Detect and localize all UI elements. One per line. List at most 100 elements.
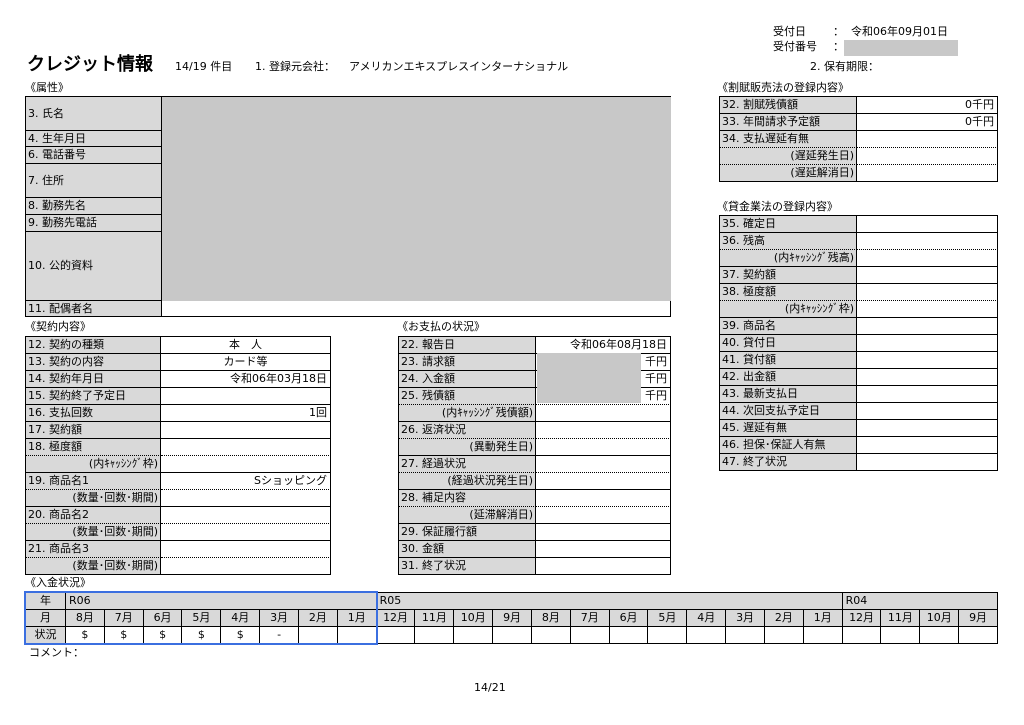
money-lending-law-row: 46. 担保･保証人有無 bbox=[720, 437, 998, 454]
payment-state-value bbox=[536, 456, 671, 473]
money-lending-law-value bbox=[857, 216, 998, 233]
status-cell bbox=[298, 627, 338, 644]
registrant-name: アメリカンエキスプレスインターナショナル bbox=[349, 60, 569, 73]
payment-state-value bbox=[536, 490, 671, 507]
contract-value: 令和06年03月18日 bbox=[161, 371, 331, 388]
status-cell: - bbox=[260, 627, 299, 644]
payment-state-label: 29. 保証履行額 bbox=[399, 524, 536, 541]
contract-label: 19. 商品名1 bbox=[26, 473, 161, 490]
money-lending-law-value bbox=[857, 284, 998, 301]
attributes-redacted-area bbox=[162, 97, 671, 301]
payment-state-label: (内ｷｬｯｼﾝｸﾞ残債額) bbox=[399, 405, 536, 422]
money-lending-law-row: 38. 極度額 bbox=[720, 284, 998, 301]
installment-law-value bbox=[857, 148, 998, 165]
money-lending-law-row: 45. 遅延有無 bbox=[720, 420, 998, 437]
contract-value bbox=[161, 439, 331, 456]
contract-row: (内ｷｬｯｼﾝｸﾞ枠) bbox=[26, 456, 331, 473]
payment-state-row: (異動発生日) bbox=[399, 439, 671, 456]
money-lending-law-label: 47. 終了状況 bbox=[720, 454, 857, 471]
money-lending-law-label: 40. 貸付日 bbox=[720, 335, 857, 352]
contract-row: (数量･回数･期間) bbox=[26, 524, 331, 541]
contract-label: 14. 契約年月日 bbox=[26, 371, 161, 388]
year-cell: R05 bbox=[376, 593, 843, 610]
attributes-label: 8. 勤務先名 bbox=[26, 198, 162, 215]
status-cell bbox=[959, 627, 998, 644]
attributes-label: 3. 氏名 bbox=[26, 97, 162, 131]
payment-state-label: 26. 返済状況 bbox=[399, 422, 536, 439]
payment-state-label: (異動発生日) bbox=[399, 439, 536, 456]
payment-state-row: (経過状況発生日) bbox=[399, 473, 671, 490]
installment-law-label: (遅延解消日) bbox=[720, 165, 857, 182]
payment-state-value bbox=[536, 422, 671, 439]
money-lending-law-value bbox=[857, 420, 998, 437]
month-cell: 12月 bbox=[842, 610, 882, 627]
payment-state-row: (延滞解消日) bbox=[399, 507, 671, 524]
record-position: 14/19 件目 bbox=[175, 60, 233, 73]
contract-row: (数量･回数･期間) bbox=[26, 558, 331, 575]
installment-law-label: 34. 支払遅延有無 bbox=[720, 131, 857, 148]
payment-state-label: 27. 経過状況 bbox=[399, 456, 536, 473]
attributes-label: 11. 配偶者名 bbox=[26, 301, 162, 317]
payment-state-label: 31. 終了状況 bbox=[399, 558, 536, 575]
money-lending-law-row: 36. 残高 bbox=[720, 233, 998, 250]
attributes-label: 6. 電話番号 bbox=[26, 147, 162, 164]
status-cell bbox=[337, 627, 377, 644]
contract-value bbox=[161, 541, 331, 558]
status-cell bbox=[376, 627, 416, 644]
section-title-attributes: 《属性》 bbox=[25, 81, 69, 94]
contract-label: (数量･回数･期間) bbox=[26, 524, 161, 541]
payment-state-value bbox=[536, 405, 671, 422]
receipt-number-redacted bbox=[844, 40, 958, 56]
payment-state-label: 30. 金額 bbox=[399, 541, 536, 558]
payment-amounts-redacted-area bbox=[537, 353, 641, 403]
installment-law-value bbox=[857, 165, 998, 182]
money-lending-law-value bbox=[857, 301, 998, 318]
payment-state-label: (経過状況発生日) bbox=[399, 473, 536, 490]
contract-value bbox=[161, 388, 331, 405]
contract-label: 15. 契約終了予定日 bbox=[26, 388, 161, 405]
payment-state-row: 29. 保証履行額 bbox=[399, 524, 671, 541]
installment-law-row: (遅延解消日) bbox=[720, 165, 998, 182]
contract-row: 15. 契約終了予定日 bbox=[26, 388, 331, 405]
money-lending-law-row: 40. 貸付日 bbox=[720, 335, 998, 352]
status-cell: $ bbox=[104, 627, 144, 644]
payment-status-grid: 年 R06 R05 R04 月 8月 7月 6月 5月 4月 3月 2月 1月 12月 11月 10月 9月 8月… bbox=[25, 592, 998, 644]
section-title-payment-state: 《お支払の状況》 bbox=[397, 320, 485, 333]
money-lending-law-value bbox=[857, 369, 998, 386]
month-cell: 11月 bbox=[415, 610, 455, 627]
retention-label: 2. 保有期限： bbox=[810, 60, 879, 73]
status-cell bbox=[648, 627, 688, 644]
receipt-date-separator: ： bbox=[833, 25, 844, 38]
month-cell: 8月 bbox=[531, 610, 571, 627]
contract-value: Sショッピング bbox=[161, 473, 331, 490]
year-cell: R06 bbox=[66, 593, 377, 610]
receipt-date-value: 令和06年09月01日 bbox=[851, 25, 948, 38]
installment-law-label: 33. 年間請求予定額 bbox=[720, 114, 857, 131]
status-cell bbox=[764, 627, 804, 644]
attributes-label: 10. 公的資料 bbox=[26, 232, 162, 301]
money-lending-law-label: 46. 担保･保証人有無 bbox=[720, 437, 857, 454]
money-lending-law-row: 41. 貸付額 bbox=[720, 352, 998, 369]
payment-state-value bbox=[536, 558, 671, 575]
installment-law-label: (遅延発生日) bbox=[720, 148, 857, 165]
section-title-contract: 《契約内容》 bbox=[25, 320, 91, 333]
status-cell bbox=[842, 627, 882, 644]
money-lending-law-value bbox=[857, 386, 998, 403]
payment-state-value bbox=[536, 439, 671, 456]
payment-state-value: 令和06年08月18日 bbox=[536, 337, 671, 354]
money-lending-law-label: 35. 確定日 bbox=[720, 216, 857, 233]
payment-state-value bbox=[536, 507, 671, 524]
month-cell: 12月 bbox=[376, 610, 416, 627]
month-cell: 4月 bbox=[221, 610, 261, 627]
money-lending-law-label: 37. 契約額 bbox=[720, 267, 857, 284]
payment-state-label: 22. 報告日 bbox=[399, 337, 536, 354]
money-lending-law-value bbox=[857, 233, 998, 250]
payment-state-label: 23. 請求額 bbox=[399, 354, 536, 371]
payment-state-value bbox=[536, 524, 671, 541]
contract-value bbox=[161, 558, 331, 575]
month-cell: 1月 bbox=[337, 610, 377, 627]
month-cell: 5月 bbox=[648, 610, 688, 627]
status-cell bbox=[920, 627, 960, 644]
contract-row: 16. 支払回数 1回 bbox=[26, 405, 331, 422]
installment-law-row: 32. 割賦残債額 0千円 bbox=[720, 97, 998, 114]
